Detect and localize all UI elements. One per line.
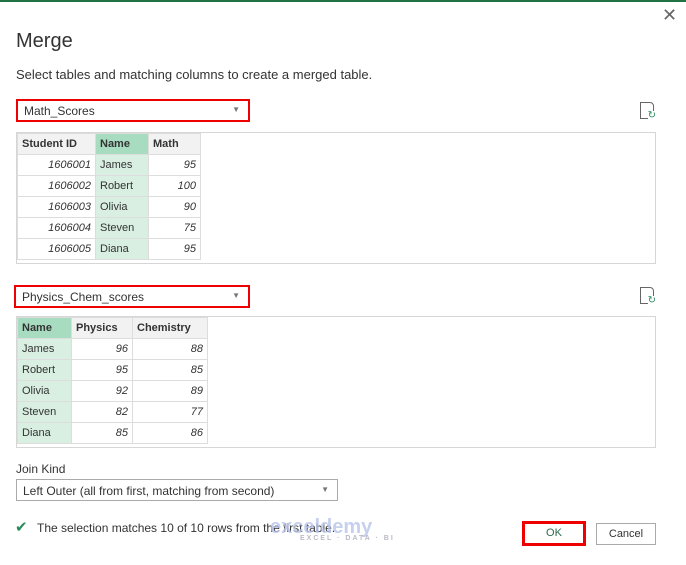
table-cell: 82 bbox=[71, 401, 133, 423]
join-kind-label: Join Kind bbox=[16, 462, 66, 476]
table-cell: Robert bbox=[95, 175, 149, 197]
table-row: 1606001 James 95 bbox=[17, 154, 201, 176]
cancel-button[interactable]: Cancel bbox=[596, 523, 656, 545]
table-cell: 1606001 bbox=[17, 154, 96, 176]
column-header-name[interactable]: Name bbox=[95, 133, 149, 155]
watermark-logo: exceldemy EXCEL · DATA · BI bbox=[270, 516, 395, 542]
table-cell: 95 bbox=[71, 359, 133, 381]
second-table-value: Physics_Chem_scores bbox=[22, 290, 145, 304]
dialog-subtitle: Select tables and matching columns to cr… bbox=[16, 67, 373, 82]
chevron-down-icon: ▼ bbox=[232, 291, 240, 300]
first-table-preview: Student ID Name Math 1606001 James 95 16060… bbox=[16, 132, 656, 264]
table-cell: James bbox=[17, 338, 72, 360]
table-row: James 96 88 bbox=[17, 338, 208, 360]
table-cell: 77 bbox=[132, 401, 208, 423]
table-cell: Steven bbox=[17, 401, 72, 423]
table-cell: 1606002 bbox=[17, 175, 96, 197]
second-table-grid: Name Physics Chemistry James 96 88 Robert 95… bbox=[17, 317, 208, 444]
first-table-value: Math_Scores bbox=[24, 104, 95, 118]
table-row: Olivia 92 89 bbox=[17, 380, 208, 402]
join-kind-dropdown[interactable]: Left Outer (all from first, matching fro… bbox=[16, 479, 338, 501]
ok-button[interactable]: OK bbox=[522, 521, 586, 546]
table-row: 1606005 Diana 95 bbox=[17, 238, 201, 260]
table-cell: 86 bbox=[132, 422, 208, 444]
table-cell: Olivia bbox=[17, 380, 72, 402]
table-cell: 95 bbox=[148, 238, 201, 260]
checkmark-icon: ✔ bbox=[15, 519, 28, 536]
chevron-down-icon: ▼ bbox=[232, 105, 240, 114]
table-cell: 85 bbox=[71, 422, 133, 444]
table-cell: Robert bbox=[17, 359, 72, 381]
table-row: Robert 95 85 bbox=[17, 359, 208, 381]
dialog-title: Merge bbox=[16, 30, 73, 52]
table-cell: Steven bbox=[95, 217, 149, 239]
table-cell: Diana bbox=[17, 422, 72, 444]
table-cell: 96 bbox=[71, 338, 133, 360]
first-table-grid: Student ID Name Math 1606001 James 95 16060… bbox=[17, 133, 201, 260]
column-header-math[interactable]: Math bbox=[148, 133, 201, 155]
first-table-dropdown[interactable]: Math_Scores ▼ bbox=[16, 99, 250, 122]
table-cell: 92 bbox=[71, 380, 133, 402]
join-kind-value: Left Outer (all from first, matching fro… bbox=[23, 484, 275, 498]
table-row: Diana 85 86 bbox=[17, 422, 208, 444]
refresh-preview-icon[interactable]: ↻ bbox=[640, 102, 656, 121]
table-row: 1606002 Robert 100 bbox=[17, 175, 201, 197]
table-cell: 1606005 bbox=[17, 238, 96, 260]
table-cell: 95 bbox=[148, 154, 201, 176]
table-cell: Diana bbox=[95, 238, 149, 260]
refresh-preview-icon[interactable]: ↻ bbox=[640, 287, 656, 306]
table-cell: 1606004 bbox=[17, 217, 96, 239]
column-header-name[interactable]: Name bbox=[17, 317, 72, 339]
second-table-preview: Name Physics Chemistry James 96 88 Robert 95… bbox=[16, 316, 656, 448]
table-cell: James bbox=[95, 154, 149, 176]
second-table-dropdown[interactable]: Physics_Chem_scores ▼ bbox=[14, 285, 250, 308]
table-cell: 90 bbox=[148, 196, 201, 218]
table-cell: Olivia bbox=[95, 196, 149, 218]
column-header-physics[interactable]: Physics bbox=[71, 317, 133, 339]
table-cell: 85 bbox=[132, 359, 208, 381]
column-header-chemistry[interactable]: Chemistry bbox=[132, 317, 208, 339]
table-cell: 1606003 bbox=[17, 196, 96, 218]
table-cell: 88 bbox=[132, 338, 208, 360]
table-cell: 100 bbox=[148, 175, 201, 197]
table-row: 1606004 Steven 75 bbox=[17, 217, 201, 239]
table-cell: 75 bbox=[148, 217, 201, 239]
title-accent-line bbox=[0, 0, 686, 2]
table-row: 1606003 Olivia 90 bbox=[17, 196, 201, 218]
table-row: Steven 82 77 bbox=[17, 401, 208, 423]
column-header-student-id[interactable]: Student ID bbox=[17, 133, 96, 155]
chevron-down-icon: ▼ bbox=[321, 485, 329, 494]
close-icon[interactable]: ✕ bbox=[662, 5, 677, 26]
table-cell: 89 bbox=[132, 380, 208, 402]
